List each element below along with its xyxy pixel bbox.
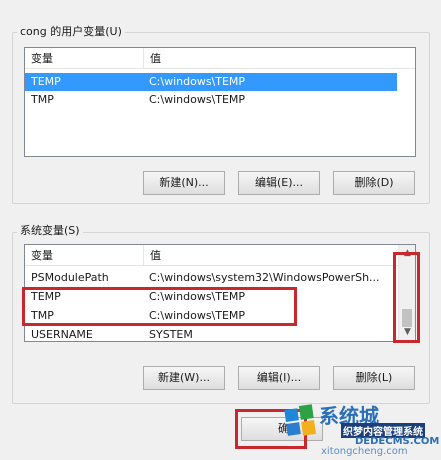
user-new-button[interactable]: 新建(N)... [143, 171, 225, 195]
column-header-value[interactable]: 值 [143, 48, 415, 69]
system-var-row-psmodulepath[interactable]: PSModulePath C:\windows\system32\Windows… [25, 269, 397, 287]
user-var-name: TMP [31, 93, 54, 106]
user-delete-button[interactable]: 删除(D) [333, 171, 415, 195]
system-var-name: PSModulePath [31, 271, 109, 284]
system-var-value: SYSTEM [149, 328, 193, 341]
system-vars-scrollbar[interactable]: ▲ ▼ [398, 245, 415, 341]
system-edit-button[interactable]: 编辑(I)... [238, 366, 320, 390]
watermark-url1: DEDECMS.COM [355, 436, 440, 447]
scroll-down-icon[interactable]: ▼ [399, 324, 415, 341]
user-vars-group-label: cong 的用户变量(U) [17, 23, 125, 39]
user-vars-list[interactable]: 变量 值 TEMP C:\windows\TEMP TMP C:\windows… [24, 47, 416, 157]
system-vars-list[interactable]: 变量 值 PSModulePath C:\windows\system32\Wi… [24, 244, 416, 342]
user-edit-button[interactable]: 编辑(E)... [238, 171, 320, 195]
system-var-value: C:\windows\TEMP [149, 290, 246, 303]
user-var-value: C:\windows\TEMP [149, 75, 246, 88]
system-var-row-username[interactable]: USERNAME SYSTEM [25, 326, 397, 341]
system-var-value: C:\windows\TEMP [149, 309, 246, 322]
user-var-row-tmp[interactable]: TMP C:\windows\TEMP [25, 91, 397, 109]
system-vars-group-label: 系统变量(S) [17, 222, 83, 238]
system-var-row-tmp[interactable]: TMP C:\windows\TEMP [25, 307, 397, 325]
system-var-name: USERNAME [31, 328, 93, 341]
system-vars-list-header: 变量 值 [25, 245, 398, 266]
system-var-row-temp[interactable]: TEMP C:\windows\TEMP [25, 288, 397, 306]
user-var-value: C:\windows\TEMP [149, 93, 246, 106]
system-var-value: C:\windows\system32\WindowsPowerSh... [149, 271, 380, 284]
ok-button[interactable]: 确 [241, 417, 323, 441]
watermark-url2: xitongcheng.com [321, 446, 408, 457]
system-new-button[interactable]: 新建(W)... [143, 366, 225, 390]
watermark-brand: 系统城 [319, 404, 379, 428]
user-vars-list-header: 变量 值 [25, 48, 415, 69]
system-delete-button[interactable]: 删除(L) [333, 366, 415, 390]
column-header-variable[interactable]: 变量 [25, 245, 143, 266]
scroll-up-icon[interactable]: ▲ [399, 245, 415, 262]
system-var-name: TMP [31, 309, 54, 322]
system-var-name: TEMP [31, 290, 61, 303]
column-header-variable[interactable]: 变量 [25, 48, 143, 69]
user-var-row-temp[interactable]: TEMP C:\windows\TEMP [25, 73, 397, 91]
column-header-value[interactable]: 值 [143, 245, 400, 266]
watermark-subtitle: 织梦内容管理系统 [341, 423, 425, 438]
user-var-name: TEMP [31, 75, 61, 88]
